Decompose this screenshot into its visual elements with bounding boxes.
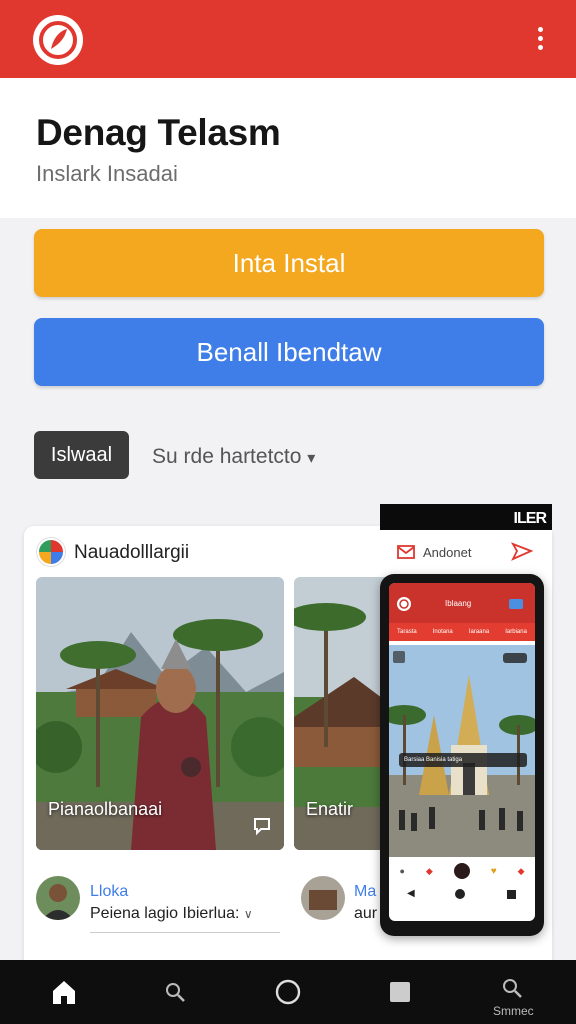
kebab-menu-icon[interactable] <box>530 24 550 54</box>
phone-badge <box>509 599 523 609</box>
divider <box>90 932 280 933</box>
search-icon[interactable] <box>500 976 524 1000</box>
nav-label: Smmec <box>493 1004 534 1018</box>
sort-dropdown[interactable]: Su rde hartetcto ▾ <box>152 445 315 469</box>
sort-dropdown-label: Su rde hartetcto <box>152 445 302 468</box>
home-circle-icon <box>455 889 465 899</box>
phone-tab: Inotana <box>432 629 453 635</box>
phone-tab: Iarbiana <box>505 629 527 635</box>
send-icon[interactable] <box>511 542 533 562</box>
mail-icon[interactable] <box>397 544 415 560</box>
post-photo[interactable]: Pianaolbanaai <box>36 577 284 850</box>
phone-temple-photo: Barsiaa Banisia tatiga <box>389 645 535 857</box>
alert-icon: ◆ <box>425 865 433 876</box>
avatar[interactable] <box>36 876 80 920</box>
heart-icon: ♥ <box>490 865 497 877</box>
phone-photo-caption: Barsiaa Banisia tatiga <box>399 753 527 767</box>
share-label: Andonet <box>423 545 472 560</box>
phone-bottom-nav: ● ◆ ♥ ◆ <box>389 857 535 885</box>
phone-tab: Iaraana <box>468 629 490 635</box>
avatar[interactable] <box>301 876 345 920</box>
overlay-banner: ILER <box>380 504 552 530</box>
phone-tab: Tarasta <box>397 629 417 635</box>
tag-icon: ◆ <box>517 865 525 876</box>
photo-caption: Enatir <box>306 799 354 819</box>
back-icon: ◀ <box>407 888 415 899</box>
profile-icon <box>453 863 470 879</box>
secondary-action-button[interactable]: Benall Ibendtaw <box>34 318 544 386</box>
phone-system-bar: ◀ <box>389 885 535 905</box>
comment-text: aur <box>354 905 378 922</box>
app-logo-icon <box>397 597 411 611</box>
chevron-down-icon: ▾ <box>307 450 316 467</box>
comment-text-label: Peiena lagio Ibierlua: <box>90 905 240 922</box>
phone-app-title: Iblaang <box>445 599 472 608</box>
share-panel: Andonet <box>377 530 552 576</box>
install-button[interactable]: Inta Instal <box>34 229 544 297</box>
author-avatar[interactable] <box>37 538 65 566</box>
commenter-name[interactable]: Ma <box>354 883 376 901</box>
app-top-bar <box>0 0 576 78</box>
circle-icon[interactable] <box>274 978 302 1006</box>
author-name[interactable]: Nauadolllargii <box>74 542 189 564</box>
home-icon[interactable] <box>50 978 78 1006</box>
recents-icon <box>507 890 516 899</box>
photo-caption: Pianaolbanaai <box>48 799 163 819</box>
square-icon[interactable] <box>388 980 412 1004</box>
overlay-badge-text: ILER <box>513 510 547 527</box>
bottom-navigation-bar: Smmec <box>0 960 576 1024</box>
phone-tab-bar: Tarasta Inotana Iaraana Iarbiana <box>389 623 535 641</box>
post-photo[interactable]: Enatir <box>294 577 394 850</box>
comment-icon[interactable] <box>252 816 272 836</box>
commenter-name[interactable]: Lloka <box>90 883 128 901</box>
phone-mockup: Iblaang Tarasta Inotana Iaraana Iarbiana <box>380 574 544 936</box>
search-icon[interactable] <box>163 980 187 1004</box>
phone-app-header: Iblaang <box>389 583 535 623</box>
app-subtitle: Inslark Insadai <box>36 161 178 186</box>
filter-chip[interactable]: Islwaal <box>34 431 129 479</box>
app-logo-icon[interactable] <box>33 15 83 65</box>
chevron-down-icon[interactable]: ∨ <box>244 907 253 921</box>
app-title: Denag Telasm <box>36 112 281 153</box>
phone-screen: Iblaang Tarasta Inotana Iaraana Iarbiana <box>389 583 535 921</box>
comment-text: Peiena lagio Ibierlua: ∨ <box>90 905 253 923</box>
location-icon: ● <box>399 866 405 876</box>
